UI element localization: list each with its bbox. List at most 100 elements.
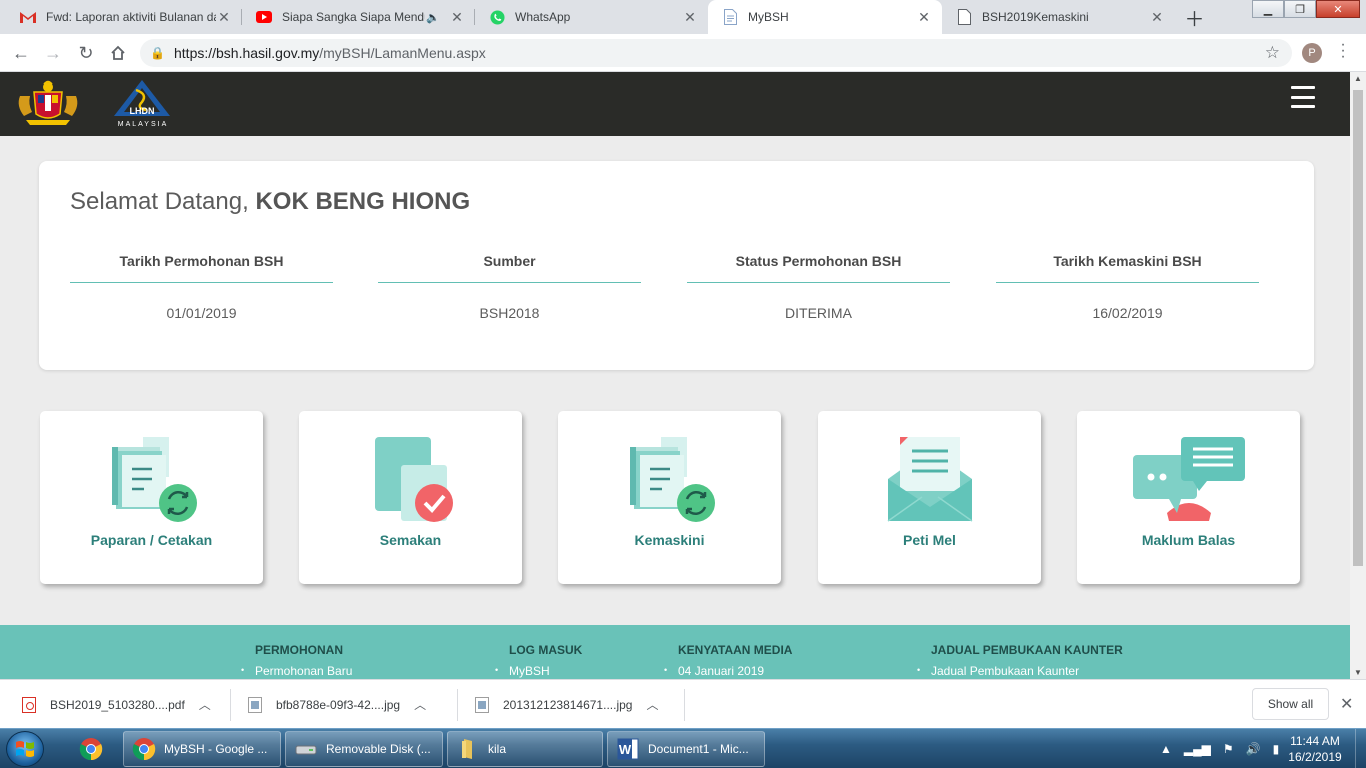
lock-icon: 🔒: [150, 46, 165, 60]
download-item[interactable]: BSH2019_5103280....pdf ︿: [22, 688, 211, 721]
hamburger-menu-icon[interactable]: [1291, 86, 1315, 108]
windows-logo-icon: [16, 741, 34, 757]
taskbar-item-folder[interactable]: kila: [447, 731, 603, 767]
footer-col-jadual-kaunter: JADUAL PEMBUKAAN KAUNTER Jadual Pembukaa…: [917, 643, 1123, 678]
document-icon: [722, 9, 738, 25]
site-header: LHDN MALAYSIA: [0, 72, 1350, 136]
tab-close-icon[interactable]: ✕: [216, 9, 232, 26]
speaker-icon[interactable]: 🔈: [425, 11, 441, 24]
tab-whatsapp[interactable]: WhatsApp ✕: [475, 0, 708, 34]
chat-feedback-icon: [1132, 437, 1245, 521]
scroll-up-icon[interactable]: ▲: [1354, 74, 1362, 83]
tab-title: Siapa Sangka Siapa Menduga: [282, 10, 425, 24]
footer-link[interactable]: Permohonan Baru: [241, 664, 352, 678]
forward-arrow-icon[interactable]: →: [42, 42, 64, 64]
tab-gmail[interactable]: Fwd: Laporan aktiviti Bulanan da ✕: [6, 0, 242, 34]
download-item[interactable]: bfb8788e-09f3-42....jpg ︿: [248, 688, 426, 721]
menu-card-semakan[interactable]: Semakan: [299, 411, 522, 584]
chevron-up-icon[interactable]: ︿: [646, 696, 658, 713]
power-icon[interactable]: ▮: [1273, 742, 1280, 756]
tab-title: BSH2019Kemaskini: [982, 10, 1089, 24]
action-center-flag-icon[interactable]: ⚑: [1223, 742, 1234, 756]
menu-card-label: Paparan / Cetakan: [90, 532, 213, 548]
info-value: BSH2018: [479, 305, 540, 321]
whatsapp-icon: [489, 9, 505, 25]
documents-sync-icon: [111, 437, 197, 522]
welcome-card: Selamat Datang, KOK BENG HIONG Tarikh Pe…: [39, 161, 1314, 370]
tab-close-icon[interactable]: ✕: [1149, 9, 1165, 26]
network-signal-icon[interactable]: ▂▄▆: [1184, 742, 1211, 756]
taskbar-item-word[interactable]: W Document1 - Mic...: [607, 731, 765, 767]
info-tarikh-permohonan: Tarikh Permohonan BSH 01/01/2019: [70, 253, 333, 321]
menu-card-kemaskini[interactable]: Kemaskini: [558, 411, 781, 584]
menu-card-paparan-cetakan[interactable]: Paparan / Cetakan: [40, 411, 263, 584]
back-arrow-icon[interactable]: ←: [10, 42, 32, 64]
site-footer: PERMOHONAN Permohonan Baru LOG MASUK MyB…: [0, 625, 1350, 679]
lhdn-logo-icon: LHDN MALAYSIA: [114, 80, 170, 128]
page-scrollbar[interactable]: ▲ ▼: [1350, 72, 1366, 679]
reload-icon[interactable]: ↻: [75, 42, 97, 64]
tab-close-icon[interactable]: ✕: [449, 9, 465, 26]
chevron-up-icon[interactable]: ︿: [199, 696, 211, 713]
close-download-bar-icon[interactable]: ✕: [1340, 694, 1353, 714]
download-filename: BSH2019_5103280....pdf: [50, 697, 185, 712]
taskbar-item-label: kila: [488, 742, 507, 756]
volume-icon[interactable]: 🔊: [1246, 742, 1261, 756]
home-icon[interactable]: [107, 42, 129, 64]
system-tray: ▲ ▂▄▆ ⚑ 🔊 ▮: [1160, 729, 1291, 768]
tab-bsh2019kemaskini[interactable]: BSH2019Kemaskini ✕: [942, 0, 1175, 34]
document-icon: [956, 9, 972, 25]
maximize-button[interactable]: ❐: [1284, 0, 1316, 18]
image-file-icon: [248, 696, 262, 713]
footer-link[interactable]: MyBSH: [495, 664, 582, 678]
profile-avatar[interactable]: P: [1302, 43, 1322, 63]
scrollbar-thumb[interactable]: [1353, 90, 1363, 566]
page-viewport: LHDN MALAYSIA Selamat Datang, KOK BENG H…: [0, 72, 1350, 679]
footer-col-permohonan: PERMOHONAN Permohonan Baru: [241, 643, 352, 678]
greeting-text: Selamat Datang,: [70, 188, 249, 215]
tab-mybsh[interactable]: MyBSH ✕: [708, 0, 942, 34]
more-menu-icon[interactable]: · · ·: [1338, 37, 1348, 65]
window-close-button[interactable]: ✕: [1316, 0, 1360, 18]
show-all-downloads-button[interactable]: Show all: [1252, 688, 1329, 720]
tab-youtube[interactable]: Siapa Sangka Siapa Menduga 🔈 ✕: [242, 0, 475, 34]
show-desktop-button[interactable]: [1355, 729, 1366, 768]
download-item[interactable]: 201312123814671....jpg ︿: [475, 688, 658, 721]
browser-tab-strip: Fwd: Laporan aktiviti Bulanan da ✕ Siapa…: [0, 0, 1366, 34]
tab-close-icon[interactable]: ✕: [682, 9, 698, 26]
start-button[interactable]: [6, 731, 44, 767]
mail-icon: [887, 437, 972, 522]
taskbar-clock[interactable]: 11:44 AM 16/2/2019: [1282, 733, 1348, 765]
bookmark-star-icon[interactable]: ☆: [1265, 43, 1280, 63]
show-hidden-icons-icon[interactable]: ▲: [1160, 742, 1172, 756]
welcome-greeting: Selamat Datang, KOK BENG HIONG: [70, 188, 470, 216]
logo-subtext: MALAYSIA: [118, 121, 169, 128]
minimize-button[interactable]: ▁: [1252, 0, 1284, 18]
chevron-up-icon[interactable]: ︿: [414, 696, 426, 713]
info-label: Tarikh Kemaskini BSH: [996, 253, 1259, 283]
address-bar[interactable]: 🔒 https://bsh.hasil.gov.my/myBSH/LamanMe…: [140, 39, 1292, 67]
footer-heading: JADUAL PEMBUKAAN KAUNTER: [931, 643, 1123, 657]
tab-close-icon[interactable]: ✕: [916, 9, 932, 26]
pinned-chrome[interactable]: [70, 731, 114, 767]
info-status-permohonan: Status Permohonan BSH DITERIMA: [687, 253, 950, 321]
drive-icon: [295, 745, 317, 755]
url-path: /myBSH/LamanMenu.aspx: [319, 45, 486, 61]
info-label: Tarikh Permohonan BSH: [70, 253, 333, 283]
footer-link[interactable]: Jadual Pembukaan Kaunter: [917, 664, 1123, 678]
menu-card-label: Maklum Balas: [1141, 532, 1236, 548]
taskbar-item-label: Removable Disk (...: [326, 742, 431, 756]
menu-card-peti-mel[interactable]: Peti Mel: [818, 411, 1041, 584]
taskbar-item-removable-disk[interactable]: Removable Disk (...: [285, 731, 443, 767]
footer-col-log-masuk: LOG MASUK MyBSH: [495, 643, 582, 678]
tab-title: Fwd: Laporan aktiviti Bulanan da: [46, 10, 216, 24]
footer-link[interactable]: 04 Januari 2019: [664, 664, 792, 678]
new-tab-button[interactable]: ＋: [1181, 5, 1208, 31]
taskbar-item-label: Document1 - Mic...: [648, 742, 749, 756]
clock-time: 11:44 AM: [1290, 734, 1340, 748]
taskbar-item-chrome[interactable]: MyBSH - Google ...: [123, 731, 281, 767]
menu-card-maklum-balas[interactable]: Maklum Balas: [1077, 411, 1300, 584]
info-label: Sumber: [378, 253, 641, 283]
scroll-down-icon[interactable]: ▼: [1354, 668, 1362, 677]
download-filename: 201312123814671....jpg: [503, 697, 633, 712]
